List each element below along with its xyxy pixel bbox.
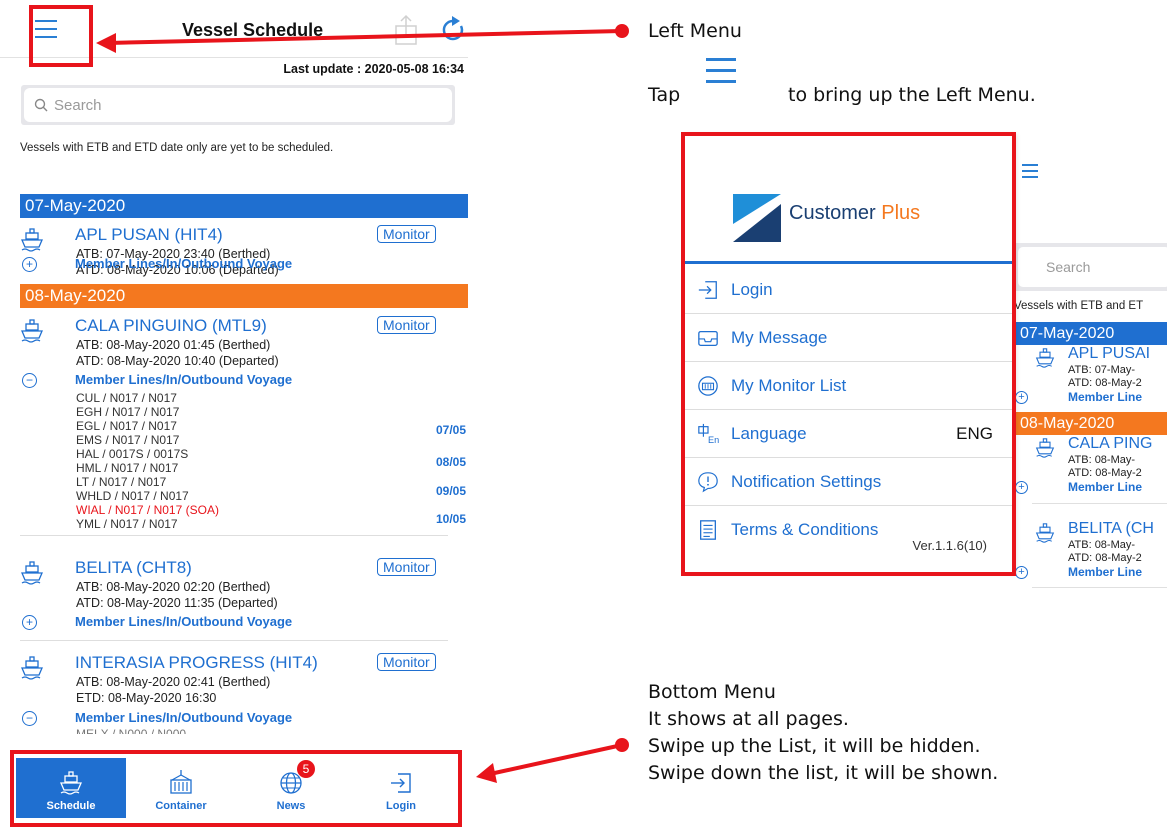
vessel-atb: ATB: 08-May-2020 02:41 (Berthed) — [76, 675, 271, 689]
vessel-atb: ATB: 08-May-2020 01:45 (Berthed) — [76, 338, 271, 352]
voyage-line: EGL / N017 / N017 — [76, 419, 177, 433]
expand-icon: + — [1015, 566, 1028, 579]
page-title: Vessel Schedule — [182, 20, 324, 40]
collapse-icon[interactable]: − — [22, 711, 37, 726]
collapse-icon[interactable]: − — [22, 373, 37, 388]
vessel-atb: ATB: 08-May-2020 02:20 (Berthed) — [76, 580, 271, 594]
date-header: 08-May-2020 — [1014, 412, 1167, 435]
expand-icon: + — [1015, 481, 1028, 494]
vessel-name: BELITA (CH — [1068, 520, 1154, 537]
voyage-date: 08/05 — [435, 455, 466, 469]
search-bar: Search — [21, 85, 455, 125]
vessel-atd: ATD: 08-May-2 — [1068, 377, 1142, 389]
ship-icon — [21, 228, 43, 252]
list-divider — [1032, 587, 1167, 588]
vessel-atd: ATD: 08-May-2 — [1068, 467, 1142, 479]
voyage-dates-column: 07/05 08/05 09/05 10/05 — [400, 0, 468, 834]
expand-icon[interactable]: + — [22, 615, 37, 630]
bottom-menu-line: Swipe up the List, it will be hidden. — [648, 735, 981, 757]
search-placeholder: Search — [54, 96, 102, 114]
vessel-atb: ATB: 07-May- — [1068, 364, 1136, 376]
vessel-atd: ATD: 08-May-2020 10:40 (Departed) — [76, 354, 279, 368]
vessel-name: CALA PING — [1068, 435, 1153, 452]
search-icon — [34, 98, 48, 112]
voyage-line: EMS / N017 / N017 — [76, 433, 180, 447]
voyage-line-partial: MELX / N000 / N000 — [76, 727, 187, 734]
voyage-line: LT / N017 / N017 — [76, 475, 167, 489]
vessel-etd: ETD: 08-May-2020 16:30 — [76, 691, 217, 705]
voyage-line: YML / N017 / N017 — [76, 517, 178, 531]
vessel-atb: ATB: 08-May- — [1068, 454, 1136, 466]
vessel-name[interactable]: BELITA (CHT8) — [75, 558, 192, 578]
list-divider — [1032, 503, 1167, 504]
voyage-line: HML / N017 / N017 — [76, 461, 179, 475]
search-input: Search — [1018, 247, 1167, 287]
hamburger-menu-icon — [706, 58, 736, 84]
voyage-line: CUL / N017 / N017 — [76, 391, 177, 405]
left-menu-title: Left Menu — [648, 20, 742, 42]
voyage-line: WHLD / N017 / N017 — [76, 489, 189, 503]
voyage-date: 07/05 — [435, 423, 466, 437]
voyage-line: HAL / 0017S / 0017S — [76, 447, 189, 461]
hamburger-highlight — [29, 5, 93, 67]
tap-prefix: Tap — [648, 84, 681, 106]
expand-icon[interactable]: + — [22, 257, 37, 272]
bottom-menu-line: Swipe down the list, it will be shown. — [648, 762, 999, 784]
bottom-nav-highlight — [10, 750, 462, 827]
vessel-item[interactable]: BELITA (CHT8) Monitor ATB: 08-May-2020 0… — [20, 558, 450, 610]
vessel-atd: ATD: 08-May-2020 11:35 (Departed) — [76, 596, 278, 610]
vessel-name[interactable]: CALA PINGUINO (MTL9) — [75, 316, 267, 336]
vessel-name: APL PUSAI — [1068, 345, 1151, 362]
schedule-notice: Vessels with ETB and ETD date only are y… — [20, 142, 334, 154]
member-lines-link: Member Line — [1068, 480, 1143, 494]
vessel-schedule-screen: Vessel Schedule Last update : 2020-05-08… — [0, 0, 468, 834]
vessel-name[interactable]: APL PUSAN (HIT4) — [75, 225, 223, 245]
voyage-date: 10/05 — [435, 512, 466, 526]
ship-icon — [21, 656, 43, 680]
bottom-menu-title: Bottom Menu — [648, 681, 776, 703]
vessel-item[interactable]: INTERASIA PROGRESS (HIT4) Monitor ATB: 0… — [20, 653, 450, 705]
member-lines-link[interactable]: Member Lines/In/Outbound Voyage — [75, 372, 292, 387]
ship-icon — [21, 561, 43, 585]
list-divider — [20, 640, 448, 641]
tap-suffix: to bring up the Left Menu. — [788, 84, 1036, 106]
vessel-atb: ATB: 08-May- — [1068, 539, 1136, 551]
member-lines-link: Member Line — [1068, 390, 1143, 404]
expand-icon: + — [1015, 391, 1028, 404]
ship-icon — [1035, 348, 1055, 368]
list-divider — [20, 535, 448, 536]
left-menu-highlight — [681, 132, 1016, 576]
schedule-notice: Vessels with ETB and ET — [1014, 300, 1144, 312]
voyage-date: 09/05 — [435, 484, 466, 498]
vessel-name[interactable]: INTERASIA PROGRESS (HIT4) — [75, 653, 318, 673]
background-schedule-screen: Search Vessels with ETB and ET 07-May-20… — [1010, 150, 1167, 655]
ship-icon — [21, 319, 43, 343]
ship-icon — [1035, 438, 1055, 458]
member-lines-link[interactable]: Member Lines/In/Outbound Voyage — [75, 710, 292, 725]
search-input[interactable]: Search — [24, 88, 452, 122]
monitor-button[interactable]: Monitor — [377, 653, 436, 671]
date-header: 07-May-2020 — [1014, 322, 1167, 345]
member-lines-link[interactable]: Member Lines/In/Outbound Voyage — [75, 614, 292, 629]
hamburger-menu-icon — [1022, 164, 1038, 178]
vessel-item[interactable]: CALA PINGUINO (MTL9) Monitor ATB: 08-May… — [20, 316, 450, 368]
ship-icon — [1035, 523, 1055, 543]
voyage-line: WIAL / N017 / N017 (SOA) — [76, 503, 219, 517]
bottom-menu-line: It shows at all pages. — [648, 708, 849, 730]
voyage-line: EGH / N017 / N017 — [76, 405, 180, 419]
member-lines-link[interactable]: Member Lines/In/Outbound Voyage — [75, 256, 292, 271]
vessel-atd: ATD: 08-May-2 — [1068, 552, 1142, 564]
search-bar: Search — [1014, 243, 1167, 291]
member-lines-link: Member Line — [1068, 565, 1143, 579]
monitor-button[interactable]: Monitor — [377, 558, 436, 576]
